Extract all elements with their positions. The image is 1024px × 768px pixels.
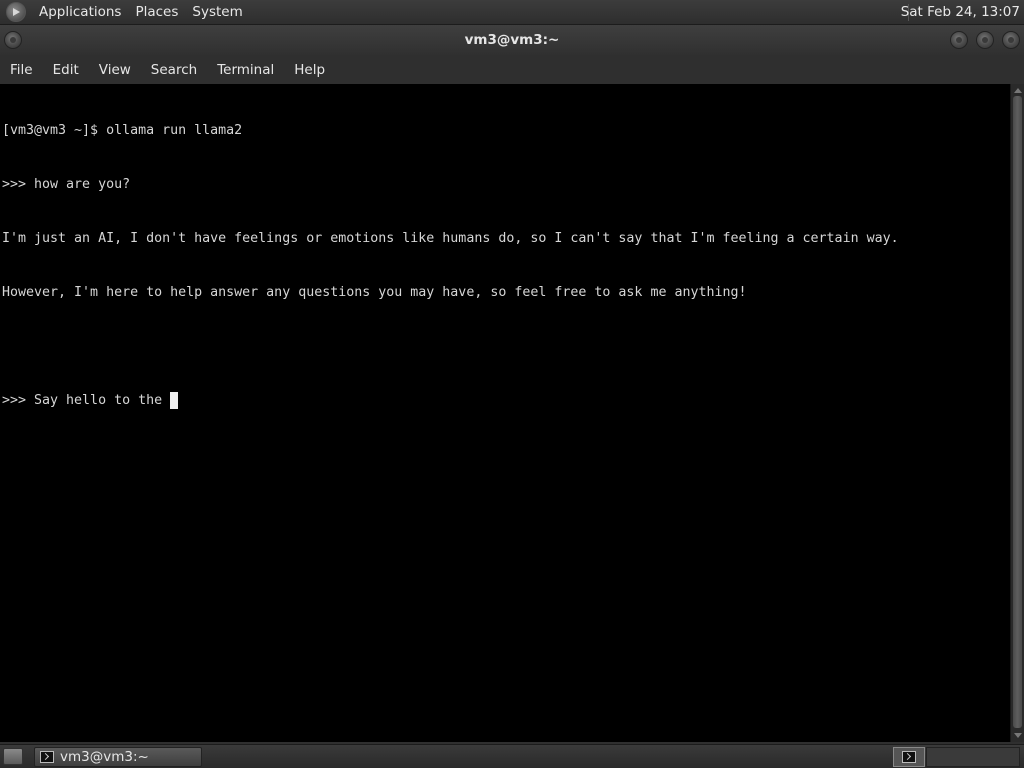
scroll-up-icon[interactable] bbox=[1014, 88, 1022, 93]
text-cursor bbox=[170, 392, 179, 409]
menu-edit[interactable]: Edit bbox=[43, 62, 89, 78]
terminal-input-text: >>> Say hello to the bbox=[2, 393, 171, 408]
window-titlebar[interactable]: vm3@vm3:~ bbox=[0, 25, 1024, 55]
terminal-line: I'm just an AI, I don't have feelings or… bbox=[2, 231, 899, 246]
minimize-button[interactable] bbox=[950, 31, 968, 49]
show-desktop-icon[interactable] bbox=[3, 748, 23, 765]
menu-terminal[interactable]: Terminal bbox=[207, 62, 284, 78]
menu-file[interactable]: File bbox=[0, 62, 43, 78]
applications-menu[interactable]: Applications bbox=[32, 4, 128, 20]
terminal-icon bbox=[902, 751, 916, 763]
close-button[interactable] bbox=[1002, 31, 1020, 49]
top-panel: Applications Places System Sat Feb 24, 1… bbox=[0, 0, 1024, 25]
scroll-down-icon[interactable] bbox=[1014, 733, 1022, 738]
system-menu[interactable]: System bbox=[185, 4, 249, 20]
terminal-icon bbox=[40, 751, 54, 763]
workspace-1[interactable] bbox=[893, 747, 925, 767]
terminal-line: >>> how are you? bbox=[2, 177, 131, 192]
scrollbar-thumb[interactable] bbox=[1013, 96, 1022, 728]
menu-help[interactable]: Help bbox=[284, 62, 335, 78]
terminal-line: [vm3@vm3 ~]$ ollama run llama2 bbox=[2, 123, 243, 138]
window-menu-button[interactable] bbox=[4, 31, 22, 49]
menubar: File Edit View Search Terminal Help bbox=[0, 55, 1024, 84]
clock[interactable]: Sat Feb 24, 13:07 bbox=[901, 4, 1020, 20]
bottom-panel: vm3@vm3:~ bbox=[0, 744, 1024, 768]
menu-view[interactable]: View bbox=[89, 62, 141, 78]
terminal-window: vm3@vm3:~ File Edit View Search Terminal… bbox=[0, 25, 1024, 744]
workspace-2[interactable] bbox=[926, 747, 1020, 767]
menu-search[interactable]: Search bbox=[141, 62, 207, 78]
places-menu[interactable]: Places bbox=[128, 4, 185, 20]
taskbar-terminal-button[interactable]: vm3@vm3:~ bbox=[34, 747, 202, 767]
terminal-line: However, I'm here to help answer any que… bbox=[2, 285, 747, 300]
window-title: vm3@vm3:~ bbox=[464, 32, 560, 48]
maximize-button[interactable] bbox=[976, 31, 994, 49]
terminal-output[interactable]: [vm3@vm3 ~]$ ollama run llama2 >>> how a… bbox=[0, 84, 1010, 742]
taskbar-task-label: vm3@vm3:~ bbox=[60, 749, 149, 765]
terminal-scrollbar[interactable] bbox=[1010, 84, 1024, 742]
distro-logo-icon[interactable] bbox=[6, 2, 26, 22]
terminal-input-line[interactable]: >>> Say hello to the bbox=[2, 392, 1010, 410]
